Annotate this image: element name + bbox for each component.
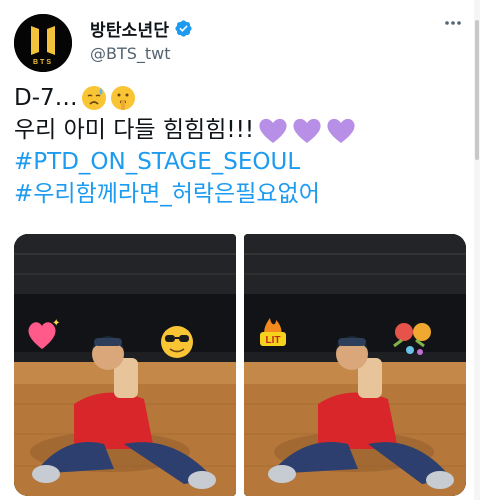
tweet-text-line-1: D-7…	[14, 82, 474, 114]
handle[interactable]: @BTS_twt	[90, 44, 171, 63]
purple-heart-icon	[293, 118, 321, 143]
purple-heart-icon	[259, 118, 287, 143]
shushing-face-emoji-icon	[110, 86, 135, 110]
dance-studio-photo-1: ✦	[14, 234, 236, 496]
cheer-text: 우리 아미 다들 힘힘힘!!!	[14, 117, 255, 143]
sunglasses-face-sticker	[161, 326, 193, 358]
scrollbar-track[interactable]	[474, 0, 480, 500]
svg-text:✦: ✦	[52, 318, 60, 329]
tweet-photo-2[interactable]: LIT	[244, 234, 466, 496]
countdown-text: D-7…	[14, 85, 78, 111]
tweet-photo-1[interactable]: ✦	[14, 234, 236, 496]
tweet-text-line-2: 우리 아미 다들 힘힘힘!!!	[14, 114, 474, 146]
avatar[interactable]: BTS	[14, 14, 72, 72]
bts-logo-icon: BTS	[14, 14, 72, 72]
more-options-icon[interactable]	[444, 14, 462, 32]
verified-badge-icon	[175, 19, 192, 37]
hashtag-ptd-on-stage-seoul[interactable]: #PTD_ON_STAGE_SEOUL	[14, 146, 474, 178]
scrollbar-thumb[interactable]	[475, 20, 479, 160]
tweet: BTS 방탄소년단 @BTS_twt D-7… 우리 아미 다들 힘힘힘!!! …	[0, 0, 480, 500]
name-row: 방탄소년단	[90, 16, 193, 41]
sad-sweat-emoji-icon	[81, 86, 106, 110]
logo-text: BTS	[33, 59, 53, 66]
dance-studio-photo-2: LIT	[244, 234, 466, 496]
lit-label: LIT	[266, 335, 281, 346]
display-name[interactable]: 방탄소년단	[90, 16, 169, 41]
hashtag-together[interactable]: #우리함께라면_허락은필요없어	[14, 178, 474, 210]
purple-heart-icon	[327, 118, 355, 143]
